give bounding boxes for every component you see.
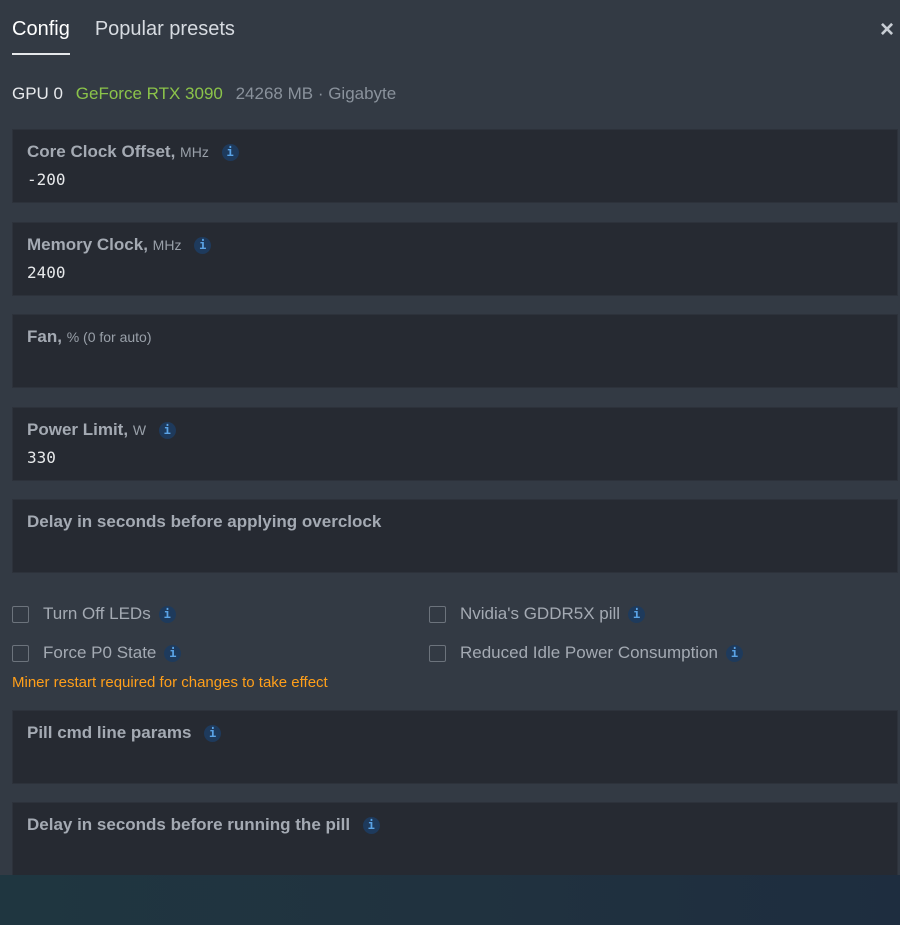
gddr5x-pill-checkbox[interactable] <box>429 605 446 623</box>
restart-warning: Miner restart required for changes to ta… <box>12 674 328 691</box>
memory-clock-input[interactable]: 2400 <box>27 263 66 282</box>
memory-clock-label: Memory Clock, MHz i <box>27 235 212 255</box>
force-p0-checkbox[interactable] <box>12 644 29 662</box>
turn-off-leds-label: Turn Off LEDs <box>43 604 151 623</box>
core-clock-label-text: Core Clock Offset, <box>27 142 176 161</box>
delay-overclock-field[interactable]: Delay in seconds before applying overclo… <box>12 499 898 573</box>
info-icon[interactable]: i <box>221 144 239 162</box>
core-clock-field[interactable]: Core Clock Offset, MHz i -200 <box>12 129 898 203</box>
info-icon[interactable]: i <box>194 237 212 255</box>
delay-pill-label-text: Delay in seconds before running the pill <box>27 815 351 834</box>
memory-clock-field[interactable]: Memory Clock, MHz i 2400 <box>12 222 898 296</box>
info-icon[interactable]: i <box>725 644 743 662</box>
core-clock-unit: MHz <box>180 144 209 160</box>
gpu-details: 24268 MB · Gigabyte <box>235 84 397 103</box>
info-icon[interactable]: i <box>158 605 176 623</box>
power-limit-field[interactable]: Power Limit, W i 330 <box>12 407 898 481</box>
close-icon[interactable]: × <box>880 18 894 42</box>
fan-field[interactable]: Fan, % (0 for auto) <box>12 314 898 388</box>
core-clock-input[interactable]: -200 <box>27 170 66 189</box>
gddr5x-pill-option[interactable]: Nvidia's GDDR5X pill i <box>429 604 646 624</box>
delay-overclock-label-text: Delay in seconds before applying overclo… <box>27 512 382 531</box>
pill-params-label: Pill cmd line params i <box>27 723 222 743</box>
turn-off-leds-checkbox[interactable] <box>12 605 29 623</box>
info-icon[interactable]: i <box>204 725 222 743</box>
power-limit-unit: W <box>132 422 147 438</box>
info-icon[interactable]: i <box>164 644 182 662</box>
info-icon[interactable]: i <box>362 817 380 835</box>
fan-unit: % (0 for auto) <box>66 329 152 345</box>
delay-overclock-label: Delay in seconds before applying overclo… <box>27 512 381 532</box>
tab-bar: Config Popular presets <box>12 18 235 55</box>
fan-label-text: Fan, <box>27 327 62 346</box>
turn-off-leds-option[interactable]: Turn Off LEDs i <box>12 604 176 624</box>
memory-clock-unit: MHz <box>152 237 182 253</box>
force-p0-option[interactable]: Force P0 State i <box>12 643 182 663</box>
tab-config[interactable]: Config <box>12 18 70 55</box>
power-limit-label: Power Limit, W i <box>27 420 176 440</box>
core-clock-label: Core Clock Offset, MHz i <box>27 142 239 162</box>
gpu-model: GeForce RTX 3090 <box>75 84 223 103</box>
reduced-idle-checkbox[interactable] <box>429 644 446 662</box>
power-limit-label-text: Power Limit, <box>27 420 129 439</box>
delay-pill-label: Delay in seconds before running the pill… <box>27 815 380 835</box>
bottom-bar <box>0 875 900 925</box>
pill-params-field[interactable]: Pill cmd line params i <box>12 710 898 784</box>
gpu-index: GPU 0 <box>12 84 64 103</box>
reduced-idle-option[interactable]: Reduced Idle Power Consumption i <box>429 643 743 663</box>
fan-label: Fan, % (0 for auto) <box>27 327 152 347</box>
info-icon[interactable]: i <box>158 422 176 440</box>
memory-clock-label-text: Memory Clock, <box>27 235 148 254</box>
pill-params-label-text: Pill cmd line params <box>27 723 192 742</box>
tab-popular-presets[interactable]: Popular presets <box>95 18 235 55</box>
power-limit-input[interactable]: 330 <box>27 448 56 467</box>
gpu-header: GPU 0 GeForce RTX 3090 24268 MB · Gigaby… <box>12 84 396 104</box>
info-icon[interactable]: i <box>628 605 646 623</box>
delay-pill-field[interactable]: Delay in seconds before running the pill… <box>12 802 898 876</box>
reduced-idle-label: Reduced Idle Power Consumption <box>460 643 718 662</box>
gddr5x-pill-label: Nvidia's GDDR5X pill <box>460 604 621 623</box>
force-p0-label: Force P0 State <box>43 643 157 662</box>
